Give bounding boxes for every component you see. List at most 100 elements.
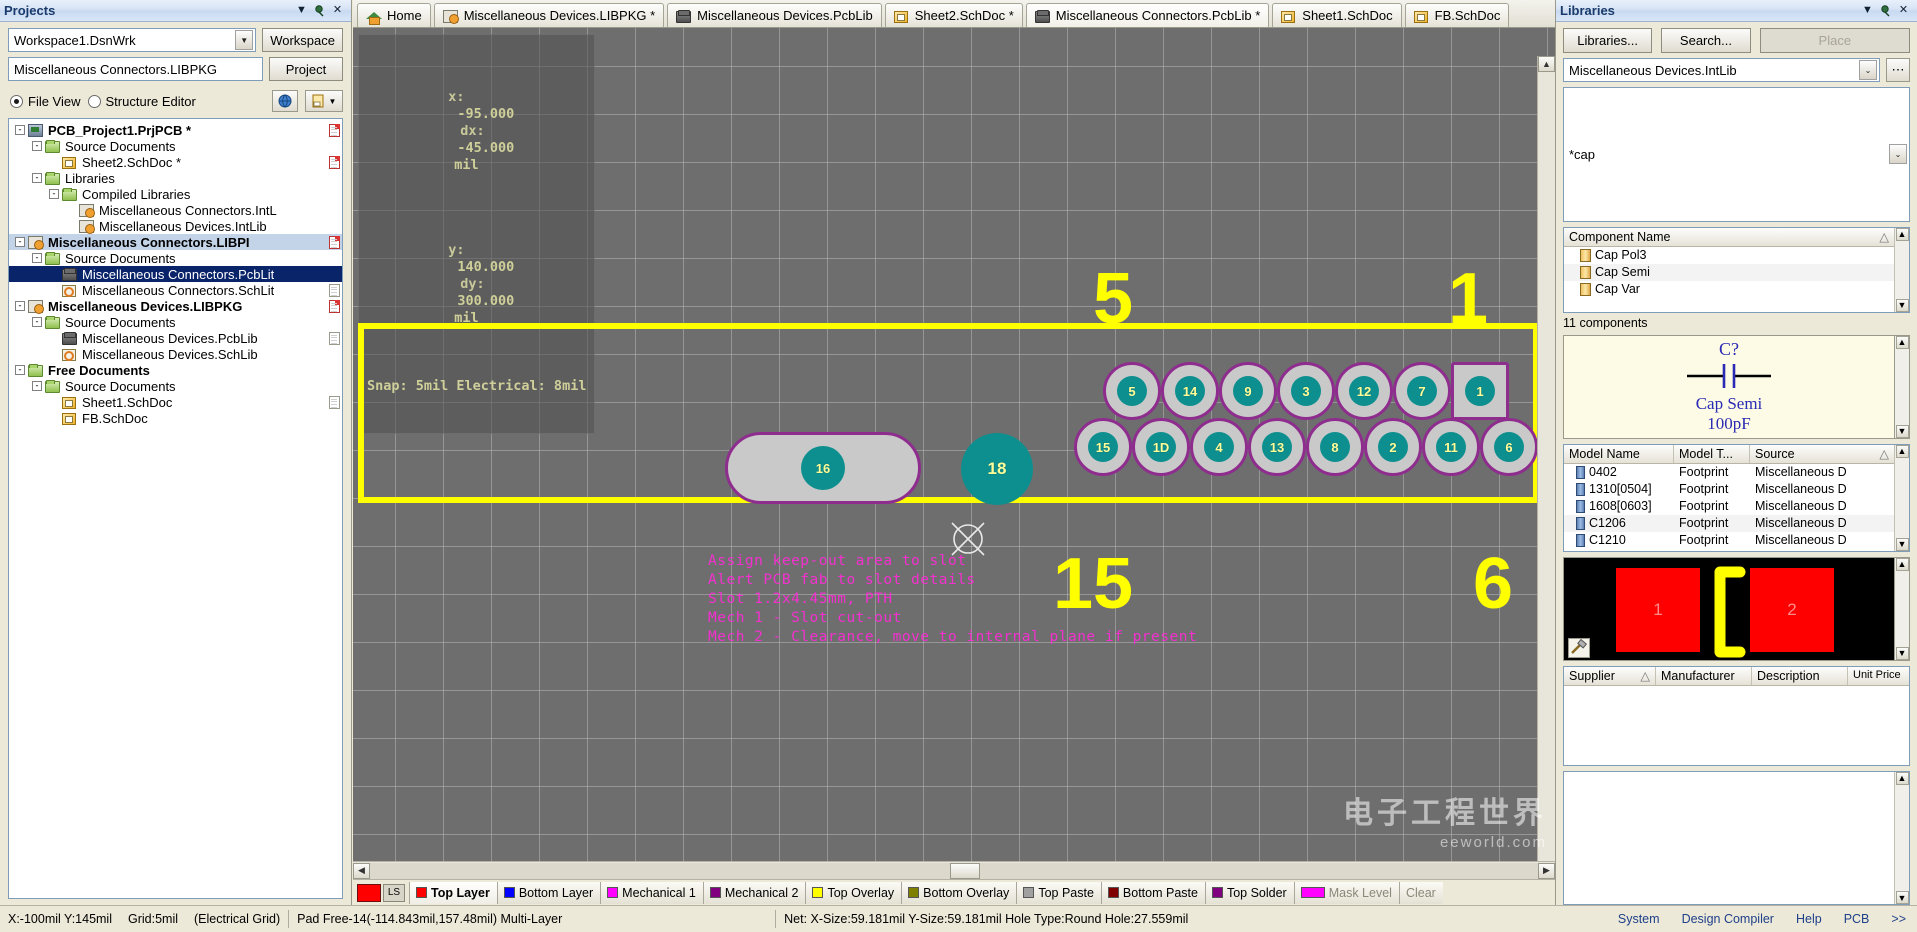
- component-list[interactable]: Component Name △ Cap Pol3 Cap Semi Cap Var…: [1563, 226, 1910, 313]
- document-tab[interactable]: Miscellaneous Connectors.PcbLib *: [1025, 3, 1270, 27]
- new-document-button[interactable]: ▼: [305, 90, 343, 112]
- model-list-row[interactable]: C1210 Footprint Miscellaneous D: [1564, 532, 1894, 549]
- scroll-up-icon[interactable]: ▲: [1895, 335, 1909, 349]
- pcb-pad[interactable]: 1D: [1132, 418, 1190, 476]
- pcb-pad[interactable]: 1: [1451, 362, 1509, 420]
- system-button[interactable]: Design Compiler: [1671, 908, 1785, 930]
- tree-node[interactable]: - Source Documents: [9, 250, 342, 266]
- tree-node[interactable]: - Miscellaneous Connectors.LIBPI: [9, 234, 342, 250]
- pin-icon[interactable]: [313, 4, 326, 17]
- supplier-table[interactable]: Supplier △ Manufacturer Description Unit…: [1563, 665, 1910, 766]
- model-list-row[interactable]: 1310[0504] Footprint Miscellaneous D: [1564, 481, 1894, 498]
- scroll-right-icon[interactable]: ▶: [1538, 862, 1555, 879]
- scroll-down-icon[interactable]: ▼: [1895, 424, 1909, 438]
- tree-node[interactable]: Miscellaneous Devices.PcbLib: [9, 330, 342, 346]
- chevron-down-icon[interactable]: ⌄: [1889, 144, 1907, 165]
- pcb-pad[interactable]: 15: [1074, 418, 1132, 476]
- libraries-button[interactable]: Libraries...: [1563, 28, 1653, 53]
- pcb-pad[interactable]: 13: [1248, 418, 1306, 476]
- tree-node[interactable]: - Compiled Libraries: [9, 186, 342, 202]
- scroll-up-icon[interactable]: ▲: [1895, 444, 1909, 458]
- tree-expander-icon[interactable]: -: [32, 317, 42, 327]
- model-type-column-label[interactable]: Model T...: [1674, 444, 1750, 463]
- document-tab[interactable]: FB.SchDoc: [1404, 3, 1510, 27]
- pcb-pad[interactable]: 14: [1161, 362, 1219, 420]
- chevron-down-icon[interactable]: ▼: [235, 30, 254, 50]
- scroll-up-icon[interactable]: ▲: [1895, 771, 1909, 785]
- layer-tab-bar[interactable]: LS Top Layer Bottom Layer Mechanical 1 Mecha…: [353, 879, 1555, 905]
- document-tab[interactable]: Sheet2.SchDoc *: [884, 3, 1023, 27]
- pcb-pad[interactable]: 6: [1480, 418, 1538, 476]
- system-button[interactable]: System: [1607, 908, 1671, 930]
- description-column[interactable]: Description: [1752, 666, 1848, 685]
- layer-tab[interactable]: Top Layer: [409, 881, 497, 904]
- tree-expander-icon[interactable]: -: [32, 141, 42, 151]
- chevron-down-icon[interactable]: ⌄: [1859, 60, 1877, 80]
- document-tab[interactable]: Home: [357, 3, 431, 27]
- tree-node[interactable]: Miscellaneous Connectors.SchLit: [9, 282, 342, 298]
- close-icon[interactable]: ✕: [1897, 4, 1910, 17]
- tree-expander-icon[interactable]: -: [32, 173, 42, 183]
- document-tab[interactable]: Miscellaneous Devices.PcbLib: [667, 3, 882, 27]
- pcb-pad[interactable]: 7: [1393, 362, 1451, 420]
- model-list-scrollbar[interactable]: ▲ ▼: [1894, 444, 1909, 551]
- tree-node[interactable]: Sheet1.SchDoc: [9, 394, 342, 410]
- model-list-row[interactable]: 1608[0603] Footprint Miscellaneous D: [1564, 498, 1894, 515]
- search-button[interactable]: Search...: [1661, 28, 1751, 53]
- structure-editor-radio[interactable]: Structure Editor: [87, 94, 196, 109]
- document-tab[interactable]: Miscellaneous Devices.LIBPKG *: [433, 3, 665, 27]
- pcb-pad[interactable]: 18: [961, 433, 1033, 505]
- model-list-row[interactable]: C1206 Footprint Miscellaneous D: [1564, 514, 1894, 532]
- scroll-down-icon[interactable]: ▼: [1895, 537, 1909, 551]
- component-list-scrollbar[interactable]: ▲ ▼: [1894, 227, 1909, 312]
- tree-expander-icon[interactable]: -: [32, 253, 42, 263]
- scroll-down-icon[interactable]: ▼: [1895, 298, 1909, 312]
- library-options-button[interactable]: ⋯: [1886, 58, 1910, 82]
- tree-expander-icon[interactable]: -: [15, 125, 25, 135]
- component-list-item[interactable]: Cap Pol3: [1564, 247, 1894, 264]
- pcb-library-canvas[interactable]: x: -95.000 dx: -45.000 mil y: 140.000 dy…: [353, 28, 1555, 879]
- manufacturer-column[interactable]: Manufacturer: [1656, 666, 1752, 685]
- pcb-pad[interactable]: 3: [1277, 362, 1335, 420]
- library-combo[interactable]: Miscellaneous Devices.IntLib ⌄: [1563, 58, 1880, 82]
- tree-expander-icon[interactable]: -: [32, 381, 42, 391]
- workspace-combo[interactable]: Workspace1.DsnWrk ▼: [8, 28, 257, 52]
- system-button[interactable]: Help: [1785, 908, 1833, 930]
- model-name-column-label[interactable]: Model Name: [1564, 444, 1674, 463]
- tree-node[interactable]: - Source Documents: [9, 314, 342, 330]
- globe-button[interactable]: [272, 90, 298, 112]
- layer-tab[interactable]: Clear: [1398, 881, 1443, 904]
- tree-node[interactable]: - Source Documents: [9, 378, 342, 394]
- footprint-tool-icon[interactable]: [1568, 637, 1590, 658]
- model-list[interactable]: Model Name Model T... Source △ 0402 Footp…: [1563, 443, 1910, 552]
- canvas-horizontal-scrollbar[interactable]: ◀ ▶: [353, 861, 1555, 879]
- close-icon[interactable]: ✕: [331, 4, 344, 17]
- project-tree[interactable]: - PCB_Project1.PrjPCB * - Source Documents S…: [8, 118, 343, 899]
- tree-node[interactable]: Miscellaneous Devices.IntLib: [9, 218, 342, 234]
- pcb-pad[interactable]: 16: [725, 432, 921, 504]
- scroll-up-icon[interactable]: ▲: [1895, 227, 1909, 241]
- project-field[interactable]: Miscellaneous Connectors.LIBPKG: [8, 57, 263, 81]
- tree-expander-icon[interactable]: -: [15, 237, 25, 247]
- scroll-down-icon[interactable]: ▼: [1895, 646, 1909, 660]
- layer-set-selector[interactable]: LS: [357, 883, 409, 903]
- workspace-button[interactable]: Workspace: [262, 28, 343, 52]
- system-button[interactable]: >>: [1880, 908, 1917, 930]
- file-view-radio[interactable]: File View: [10, 94, 81, 109]
- component-list-item[interactable]: Cap Var: [1564, 281, 1894, 298]
- hscroll-track[interactable]: [370, 862, 1538, 879]
- pcb-pad[interactable]: 5: [1103, 362, 1161, 420]
- pcb-pad[interactable]: 2: [1364, 418, 1422, 476]
- tree-node[interactable]: - Libraries: [9, 170, 342, 186]
- hscroll-thumb[interactable]: [950, 862, 980, 879]
- system-button[interactable]: PCB: [1833, 908, 1881, 930]
- tree-node[interactable]: - PCB_Project1.PrjPCB *: [9, 122, 342, 138]
- pcb-pad[interactable]: 9: [1219, 362, 1277, 420]
- tree-expander-icon[interactable]: -: [49, 189, 59, 199]
- unit-price-column[interactable]: Unit Price: [1848, 667, 1909, 686]
- layer-tab[interactable]: Top Solder: [1204, 881, 1294, 904]
- scroll-up-icon[interactable]: ▲: [1895, 557, 1909, 571]
- pin-icon[interactable]: [1879, 4, 1892, 17]
- pcb-pad[interactable]: 8: [1306, 418, 1364, 476]
- component-list-item[interactable]: Cap Semi: [1564, 263, 1894, 281]
